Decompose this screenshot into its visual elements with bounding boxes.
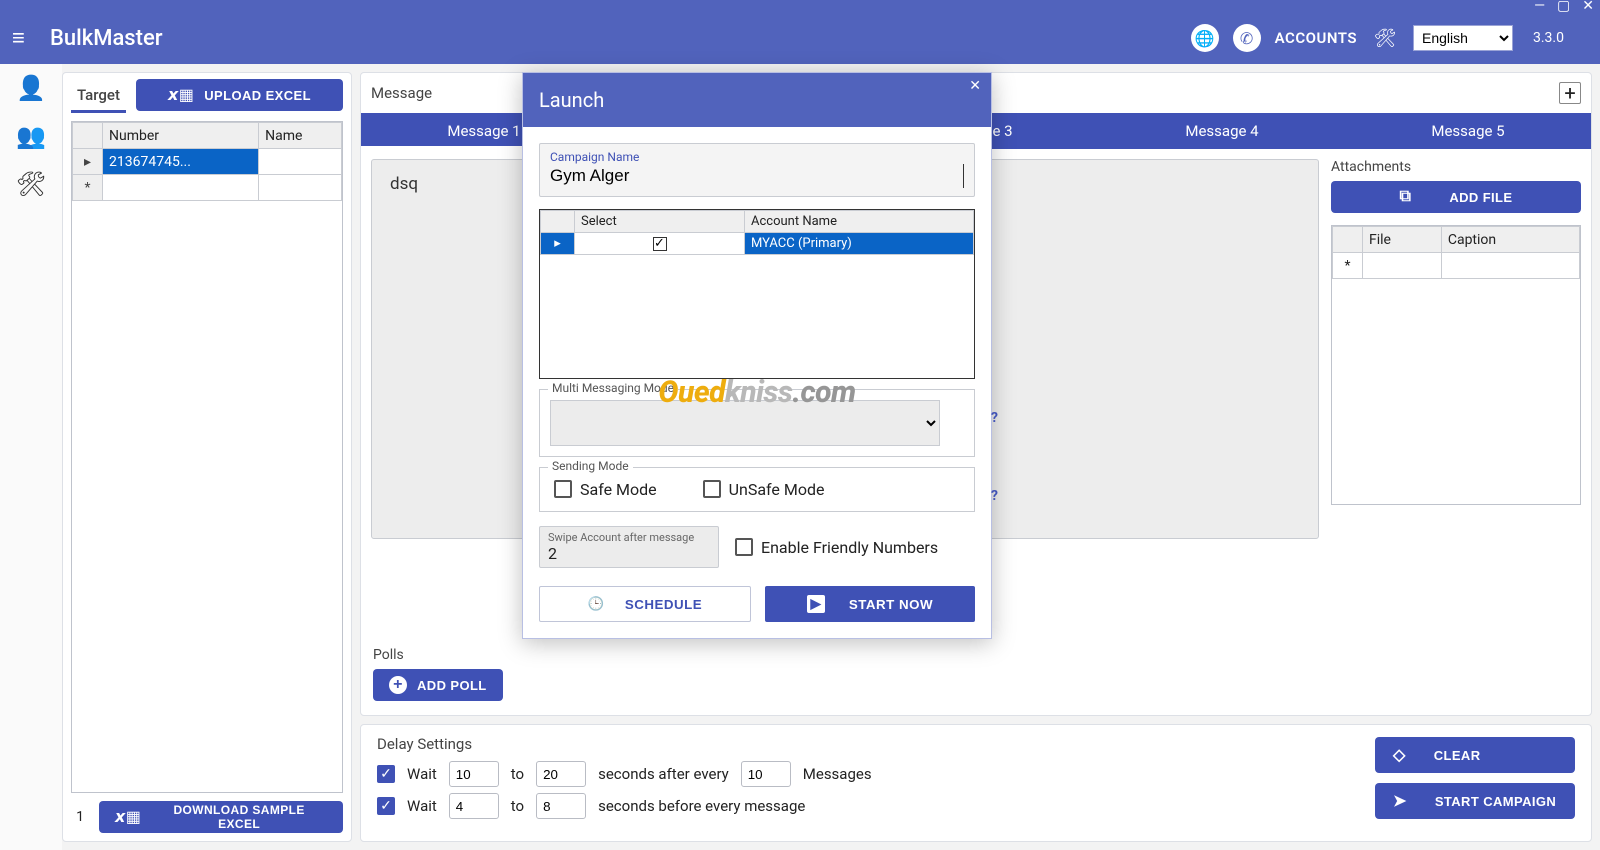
- eraser-icon: ◇: [1393, 745, 1406, 765]
- messages-label: Messages: [803, 765, 872, 783]
- table-row[interactable]: ▸ 213674745...: [73, 149, 342, 175]
- col-select: Select: [575, 211, 745, 233]
- delay-a1[interactable]: [449, 761, 499, 787]
- account-row[interactable]: ▸ ✓ MYACC (Primary): [541, 233, 974, 255]
- delay-c1[interactable]: [741, 761, 791, 787]
- globe-icon[interactable]: 🌐: [1191, 24, 1219, 52]
- attachments-label: Attachments: [1331, 159, 1581, 175]
- plus-icon: +: [389, 676, 407, 694]
- close-icon[interactable]: ✕: [969, 78, 981, 94]
- maximize-icon[interactable]: ▢: [1557, 0, 1570, 13]
- start-campaign-button[interactable]: ➤ START CAMPAIGN: [1375, 783, 1575, 819]
- tab-message-4[interactable]: Message 4: [1099, 113, 1345, 149]
- account-checkbox[interactable]: ✓: [575, 233, 745, 255]
- window-title-bar: — ▢ ✕: [0, 0, 1600, 12]
- clear-label: CLEAR: [1434, 748, 1481, 763]
- polls-label: Polls: [373, 647, 1579, 663]
- col-account-name: Account Name: [745, 211, 974, 233]
- page-number: 1: [71, 809, 89, 825]
- account-name-cell: MYACC (Primary): [745, 233, 974, 255]
- delay-text2: seconds before every message: [598, 797, 805, 815]
- target-grid[interactable]: Number Name ▸ 213674745... *: [71, 121, 343, 793]
- cell-name[interactable]: [259, 149, 342, 175]
- language-select[interactable]: English: [1413, 25, 1513, 51]
- campaign-label: Campaign Name: [550, 150, 964, 164]
- multi-mode-select[interactable]: [550, 400, 940, 446]
- target-tab[interactable]: Target: [71, 78, 126, 113]
- open-icon: ⧉: [1400, 188, 1412, 206]
- play-icon: ▶: [807, 595, 825, 613]
- send-icon: ➤: [1393, 791, 1407, 811]
- delay-b2[interactable]: [536, 793, 586, 819]
- add-poll-label: ADD POLL: [417, 678, 487, 693]
- safe-mode-check[interactable]: Safe Mode: [554, 480, 657, 499]
- wait-label-2: Wait: [407, 797, 437, 815]
- multi-mode-legend: Multi Messaging Mode: [548, 381, 678, 395]
- sidebar-item-tools[interactable]: 🛠: [16, 170, 46, 198]
- table-row-new[interactable]: *: [1333, 253, 1580, 279]
- app-title: BulkMaster: [50, 26, 163, 51]
- add-message-icon[interactable]: +: [1559, 82, 1581, 104]
- upload-excel-label: UPLOAD EXCEL: [204, 88, 311, 103]
- hamburger-icon[interactable]: ≡: [12, 25, 36, 51]
- cell-number[interactable]: 213674745...: [103, 149, 259, 175]
- close-window-icon[interactable]: ✕: [1582, 0, 1594, 13]
- sending-mode-legend: Sending Mode: [548, 459, 633, 473]
- friendly-numbers-check[interactable]: Enable Friendly Numbers: [735, 538, 938, 557]
- upload-excel-button[interactable]: 𝙭⁢▦ UPLOAD EXCEL: [136, 79, 343, 111]
- clear-button[interactable]: ◇ CLEAR: [1375, 737, 1575, 773]
- clock-icon: 🕒: [588, 596, 605, 612]
- col-file: File: [1363, 227, 1442, 253]
- swipe-account-input[interactable]: Swipe Account after message 2: [539, 526, 719, 568]
- table-row-new[interactable]: *: [73, 175, 342, 201]
- tools-icon[interactable]: 🛠: [1371, 24, 1399, 52]
- delay-panel: Delay Settings ✓ Wait to seconds after e…: [360, 724, 1592, 842]
- to-label: to: [511, 765, 524, 783]
- excel-icon: 𝙭⁢▦: [168, 85, 194, 105]
- schedule-label: SCHEDULE: [625, 597, 702, 612]
- col-name: Name: [259, 123, 342, 149]
- whatsapp-icon[interactable]: ✆: [1233, 24, 1261, 52]
- wait-label: Wait: [407, 765, 437, 783]
- app-toolbar: ≡ BulkMaster 🌐 ✆ ACCOUNTS 🛠 English 3.3.…: [0, 12, 1600, 64]
- download-sample-button[interactable]: 𝙭⁢▦ DOWNLOAD SAMPLE EXCEL: [99, 801, 343, 833]
- help-icon[interactable]: ?: [991, 488, 998, 504]
- sidebar-item-person[interactable]: 👤: [16, 74, 46, 102]
- delay-b1[interactable]: [536, 761, 586, 787]
- campaign-name-input[interactable]: [550, 164, 964, 188]
- minimize-icon[interactable]: —: [1534, 0, 1545, 13]
- unsafe-mode-check[interactable]: UnSafe Mode: [703, 480, 825, 499]
- attachment-grid[interactable]: File Caption *: [1331, 225, 1581, 505]
- col-caption: Caption: [1441, 227, 1579, 253]
- add-file-label: ADD FILE: [1449, 190, 1512, 205]
- help-icon[interactable]: ?: [991, 410, 998, 426]
- version-label: 3.3.0: [1527, 30, 1588, 46]
- sidebar: 👤 👥 🛠: [0, 64, 62, 850]
- add-file-button[interactable]: ⧉ ADD FILE: [1331, 181, 1581, 213]
- launch-title: Launch: [539, 88, 604, 112]
- message-header: Message: [371, 84, 432, 102]
- start-now-button[interactable]: ▶ START NOW: [765, 586, 975, 622]
- col-number: Number: [103, 123, 259, 149]
- target-panel: Target 𝙭⁢▦ UPLOAD EXCEL Number Name ▸ 21…: [62, 72, 352, 842]
- accounts-label[interactable]: ACCOUNTS: [1275, 29, 1357, 47]
- delay-a2[interactable]: [449, 793, 499, 819]
- add-poll-button[interactable]: + ADD POLL: [373, 669, 503, 701]
- delay-row2-check[interactable]: ✓: [377, 797, 395, 815]
- launch-modal: Launch ✕ Campaign Name Select Account: [522, 72, 992, 639]
- delay-row1-check[interactable]: ✓: [377, 765, 395, 783]
- delay-text1: seconds after every: [598, 765, 729, 783]
- sidebar-item-group[interactable]: 👥: [16, 122, 46, 150]
- schedule-button[interactable]: 🕒 SCHEDULE: [539, 586, 751, 622]
- excel-icon: 𝙭⁢▦: [115, 807, 141, 827]
- to-label-2: to: [511, 797, 524, 815]
- download-sample-label: DOWNLOAD SAMPLE EXCEL: [151, 803, 327, 831]
- start-label: START CAMPAIGN: [1435, 794, 1556, 809]
- tab-message-5[interactable]: Message 5: [1345, 113, 1591, 149]
- start-now-label: START NOW: [849, 597, 933, 612]
- account-grid[interactable]: Select Account Name ▸ ✓ MYACC (Primary): [539, 209, 975, 379]
